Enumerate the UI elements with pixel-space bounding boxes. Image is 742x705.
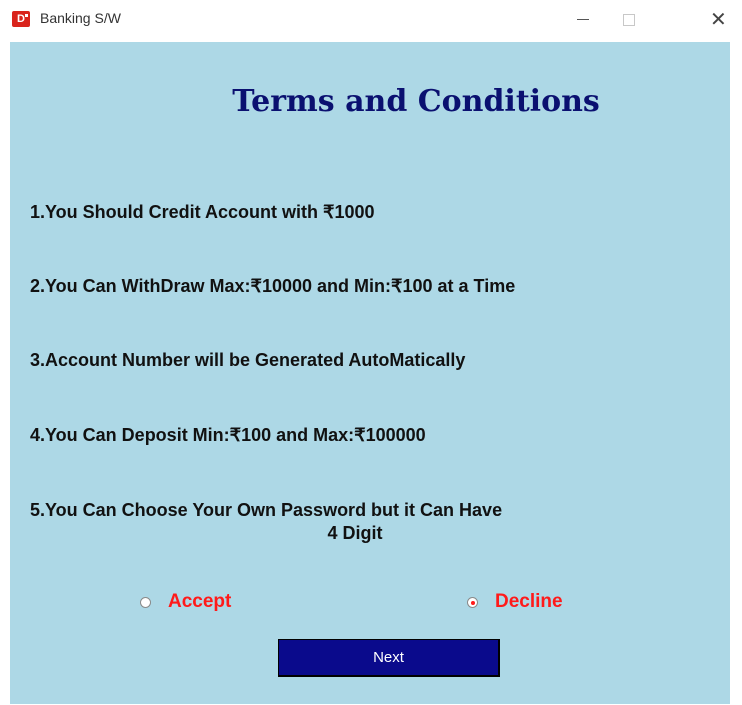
accept-radio-circle[interactable] [140,596,151,608]
accept-label[interactable]: Accept [168,591,231,613]
minimize-button[interactable] [560,0,606,40]
content-panel [10,42,730,704]
page-title: Terms and Conditions [232,84,600,119]
term-5-line-2: 4 Digit [327,523,383,543]
term-3: 3.Account Number will be Generated AutoM… [30,350,466,370]
next-button[interactable]: Next [278,639,500,677]
close-icon: ✕ [710,9,727,31]
term-2: 2.You Can WithDraw Max:₹10000 and Min:₹1… [30,276,516,296]
decline-radio-circle[interactable] [467,596,478,608]
maximize-button [606,0,652,40]
accept-radio[interactable]: Accept [140,591,231,613]
maximize-icon [623,14,635,26]
window-title: Banking S/W [40,10,121,26]
term-5: 5.You Can Choose Your Own Password but i… [30,499,700,545]
app-icon: D [12,11,30,27]
close-button[interactable]: ✕ [696,0,742,40]
decline-label[interactable]: Decline [495,591,563,613]
term-1: 1.You Should Credit Account with ₹1000 [30,202,375,222]
term-5-line-1: 5.You Can Choose Your Own Password but i… [30,500,503,520]
title-bar[interactable]: D Banking S/W ✕ [0,0,742,42]
term-4: 4.You Can Deposit Min:₹100 and Max:₹1000… [30,425,426,445]
decline-radio[interactable]: Decline [467,591,563,613]
minimize-icon [577,19,589,20]
